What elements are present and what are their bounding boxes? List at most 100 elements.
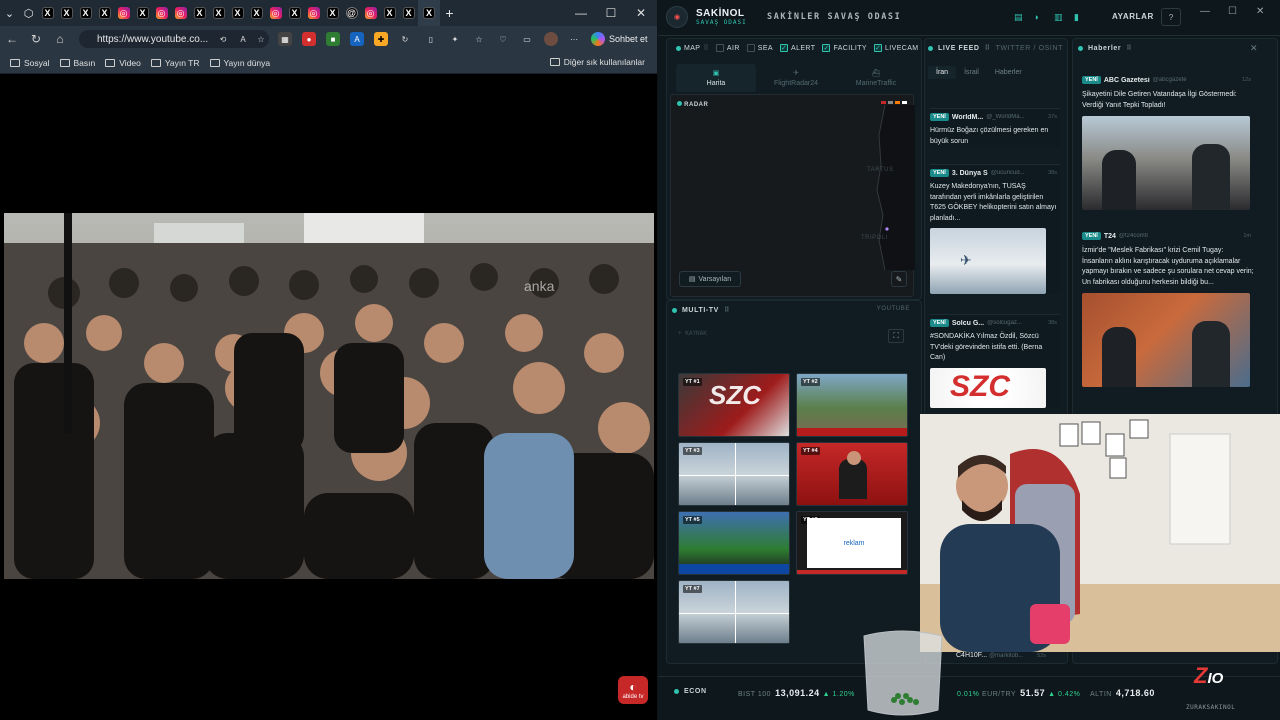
profile-avatar[interactable] (544, 32, 558, 46)
tv-tile-5[interactable]: YT #5 (678, 511, 790, 575)
sync-icon[interactable]: ↻ (398, 32, 412, 46)
layers-icon[interactable]: ▥ (1054, 12, 1063, 23)
filter-map[interactable]: MAP ⠿ (676, 44, 709, 52)
feed-card-1[interactable]: YENİ WorldM... @_WorldMa... 37s Hürmüz Boğaz… (930, 108, 1060, 147)
video-frame[interactable]: anka (4, 213, 654, 579)
browser-tab-19[interactable]: X (380, 0, 399, 26)
add-source-link[interactable]: + KAYNAK (678, 330, 707, 337)
refresh-icon[interactable]: ↻ (24, 26, 48, 52)
dash-close-icon[interactable]: ✕ (1256, 6, 1264, 17)
checkbox-icon[interactable] (715, 44, 724, 52)
map-tab-2[interactable]: ✈ FlightRadar24 (756, 64, 836, 92)
browser-tab-13[interactable]: ◎ (266, 0, 285, 26)
settings-button[interactable]: AYARLAR (1112, 12, 1154, 21)
filter-sea[interactable]: SEA (746, 44, 773, 52)
browser-tab-18[interactable]: ◎ (361, 0, 380, 26)
rss-icon[interactable]: ◗ (1034, 12, 1039, 22)
favorites-icon[interactable]: ☆ (472, 32, 486, 46)
reader-icon[interactable]: A (236, 32, 250, 46)
minimize-icon[interactable]: — (566, 0, 596, 26)
back-icon[interactable]: ← (0, 26, 24, 52)
browser-tab-5[interactable]: ◎ (114, 0, 133, 26)
tv-tile-3[interactable]: YT #3 (678, 442, 790, 506)
feed-handle: @_WorldMa... (986, 114, 1025, 120)
map-tab-3[interactable]: ⛴ MarineTraffic (836, 64, 916, 92)
other-bookmarks-label: Diğer sık kullanılanlar (563, 57, 645, 67)
browser-tab-1[interactable]: X (38, 0, 57, 26)
feed-card-2[interactable]: YENİ3. Dünya S...@ucuncud... 38s Kuzey Mak… (930, 164, 1060, 294)
new-tab-icon[interactable]: + (440, 0, 459, 26)
favorite-star-icon[interactable]: ☆ (254, 32, 268, 46)
checkbox-icon[interactable]: ✓ (873, 44, 882, 52)
home-icon[interactable]: ⌂ (48, 26, 72, 52)
browser-tab-14[interactable]: X (285, 0, 304, 26)
browser-tab-17[interactable]: @ (342, 0, 361, 26)
filter-livecam[interactable]: ✓ LIVECAM (873, 44, 919, 52)
map-tab-1[interactable]: ▣ Harita (676, 64, 756, 92)
extension-yellow-icon[interactable]: ✚ (374, 32, 388, 46)
close-window-icon[interactable]: ✕ (626, 0, 656, 26)
browser-tab-3[interactable]: X (76, 0, 95, 26)
browser-tab-9[interactable]: X (190, 0, 209, 26)
dash-minimize-icon[interactable]: — (1200, 6, 1210, 17)
workspaces-icon[interactable]: ⬡ (19, 0, 38, 26)
more-menu-icon[interactable]: ⋯ (567, 32, 581, 46)
tv-tile-7[interactable]: YT #7 (678, 580, 790, 644)
screenshot-icon[interactable]: ▭ (520, 32, 534, 46)
browser-tab-8[interactable]: ◎ (171, 0, 190, 26)
feed-tab-1[interactable]: İran (928, 66, 957, 79)
checkbox-icon[interactable]: ✓ (780, 44, 788, 52)
filter-air[interactable]: AIR (715, 44, 740, 52)
browser-tab-7[interactable]: ◎ (152, 0, 171, 26)
map-icon[interactable]: ▤ (1014, 12, 1023, 23)
browser-tab-15[interactable]: ◎ (304, 0, 323, 26)
stats-icon[interactable]: ▮ (1074, 12, 1079, 23)
feed-card-3[interactable]: YENİ Solcu G... @solcugaz... 38s #SONDAKİKA … (930, 314, 1060, 408)
browser-tab-12[interactable]: X (247, 0, 266, 26)
browser-tab-10[interactable]: X (209, 0, 228, 26)
browser-tab-11[interactable]: X (228, 0, 247, 26)
extension-icon[interactable]: ▦ (278, 32, 292, 46)
expand-icon[interactable]: ⛶ (888, 329, 904, 343)
feed-tab-3[interactable]: Haberler (987, 66, 1030, 79)
extension-green-icon[interactable]: ■ (326, 32, 340, 46)
checkbox-icon[interactable]: ✓ (822, 44, 831, 52)
browser-tab-20[interactable]: X (399, 0, 418, 26)
checkbox-icon[interactable] (746, 44, 755, 52)
news-card-2[interactable]: YENİ T24 @t24comtr 1m İzmir'de "Meslek Fabri… (1082, 228, 1254, 387)
filter-facility[interactable]: ✓ FACILITY (822, 44, 867, 52)
tv-tile-1[interactable]: YT #1 SZC (678, 373, 790, 437)
bookmark-folder-5[interactable]: Yayın dünya (209, 58, 270, 68)
extensions-icon[interactable]: ✦ (448, 32, 462, 46)
browser-tab-4[interactable]: X (95, 0, 114, 26)
browser-tab-16[interactable]: X (323, 0, 342, 26)
bookmark-folder-2[interactable]: Basın (59, 58, 95, 68)
chat-button[interactable]: Sohbet et (591, 30, 653, 48)
collections-icon[interactable]: ♡ (496, 32, 510, 46)
split-screen-icon[interactable]: ▯ (424, 32, 438, 46)
tv-tile-6[interactable]: YT #6reklam (796, 511, 908, 575)
help-button[interactable]: ? (1161, 8, 1181, 26)
bookmark-folder-4[interactable]: Yayın TR (150, 58, 200, 68)
browser-tab-2[interactable]: X (57, 0, 76, 26)
tv-tile-4[interactable]: YT #4 (796, 442, 908, 506)
tv-tile-2[interactable]: YT #2 (796, 373, 908, 437)
extension-red-icon[interactable]: ● (302, 32, 316, 46)
other-bookmarks[interactable]: Diğer sık kullanılanlar (549, 57, 645, 67)
default-view-button[interactable]: ▤ Varsayılan (679, 271, 741, 287)
news-card-1[interactable]: YENİ ABC Gazetesi @abcgazete 12s Şikayetini … (1082, 72, 1254, 210)
dash-maximize-icon[interactable]: ☐ (1228, 6, 1237, 17)
maximize-icon[interactable]: ☐ (596, 0, 626, 26)
radar-map[interactable]: RADAR TARTUS TRIPOLI ▤ Varsayılan ✎ (670, 94, 915, 297)
edit-icon[interactable]: ✎ (891, 271, 907, 287)
extension-blue-icon[interactable]: A (350, 32, 364, 46)
bookmark-folder-3[interactable]: Video (105, 58, 141, 68)
translate-icon[interactable]: ⟲ (216, 32, 230, 46)
browser-tab-6[interactable]: X (133, 0, 152, 26)
browser-tab-21[interactable]: X (418, 0, 440, 26)
feed-tab-2[interactable]: İsrail (956, 66, 987, 79)
news-close-icon[interactable]: ✕ (1250, 43, 1258, 54)
tab-actions-icon[interactable]: ⌄ (0, 0, 19, 26)
bookmark-folder-1[interactable]: Sosyal (10, 58, 50, 68)
filter-alert[interactable]: ✓ ALERT (780, 44, 815, 52)
